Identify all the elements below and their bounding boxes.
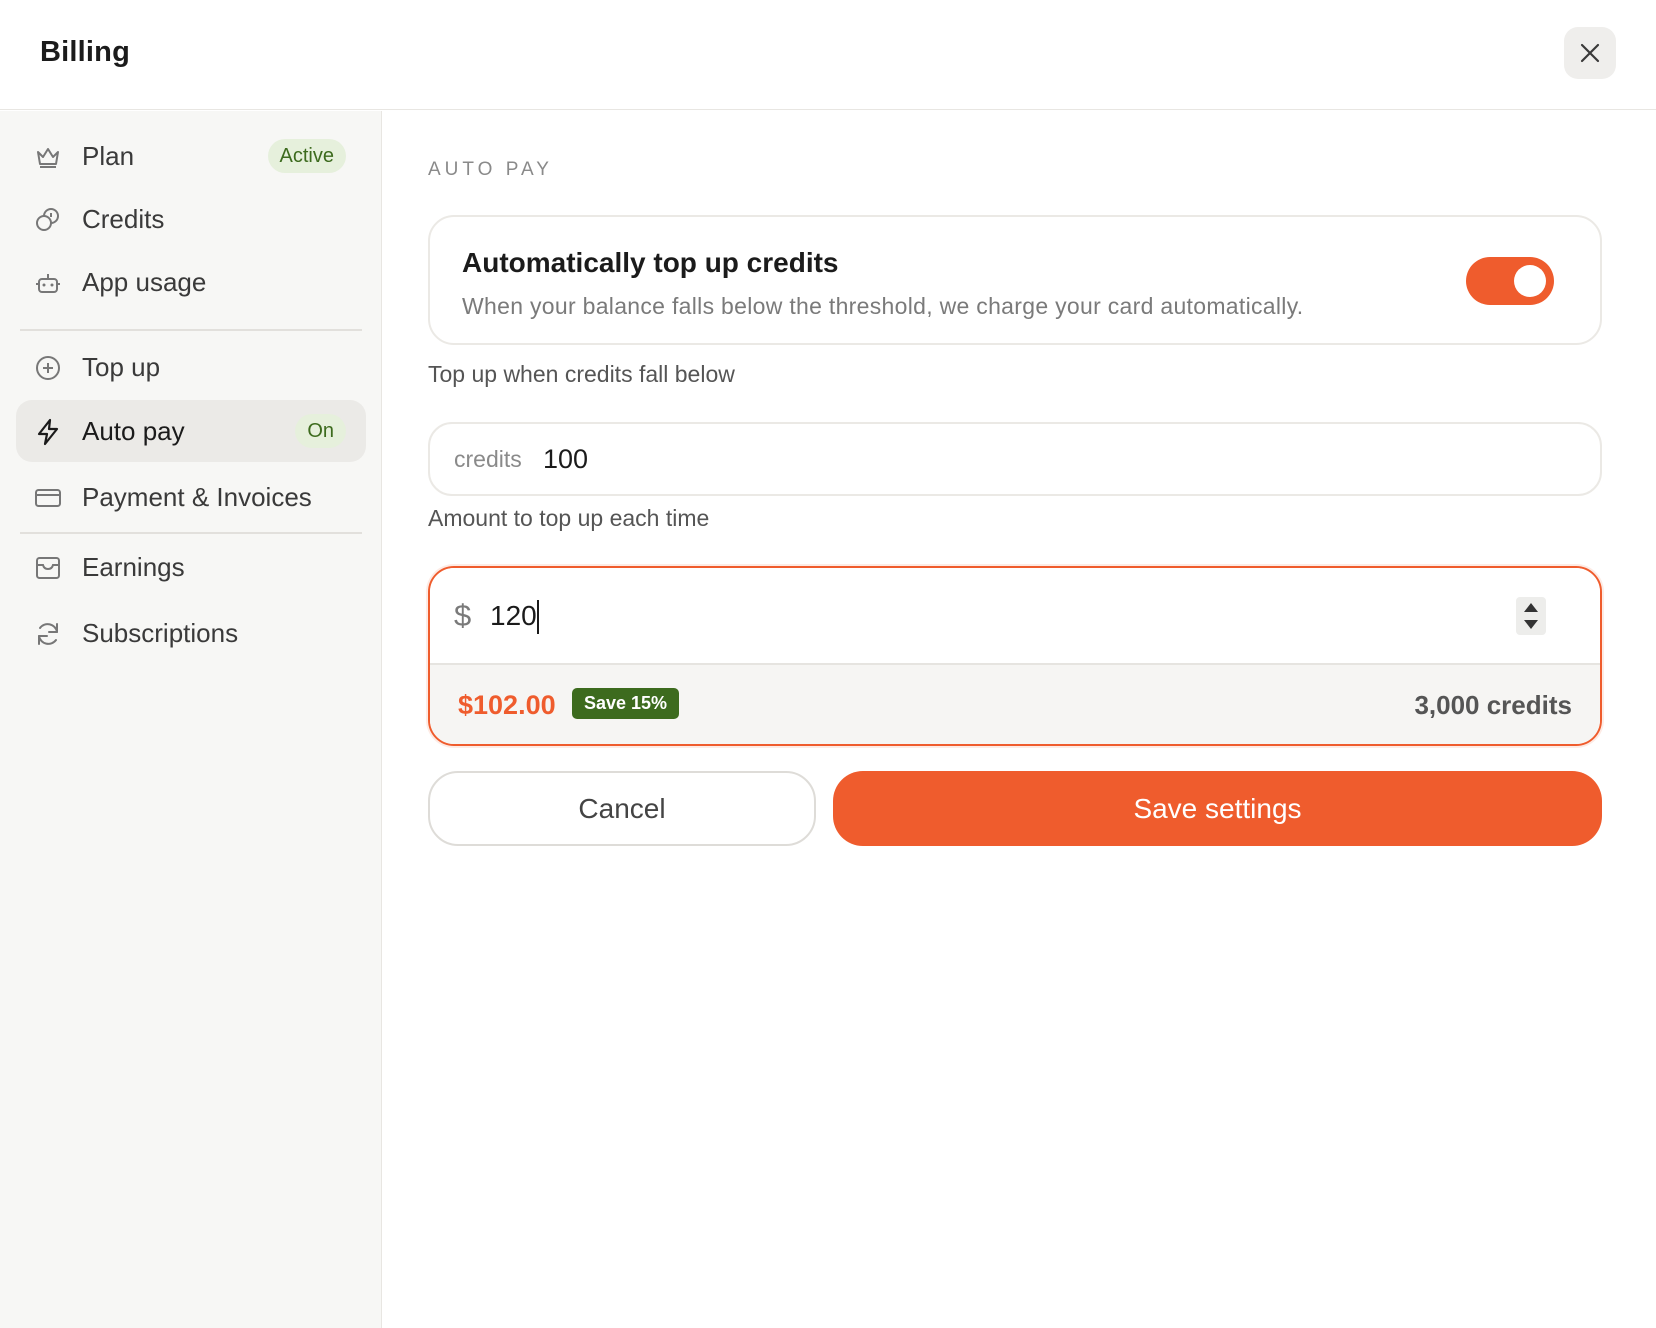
sidebar-item-label: Plan bbox=[82, 141, 135, 171]
threshold-label: Top up when credits fall below bbox=[428, 361, 735, 387]
dialog-title: Billing bbox=[40, 36, 131, 68]
amount-field-group: $ 120 $102.00 Save 15% 3,000 credits bbox=[428, 566, 1602, 746]
close-icon bbox=[1580, 43, 1600, 63]
sidebar-item-app-usage[interactable]: App usage bbox=[16, 251, 366, 313]
sidebar: Plan Active Credits App usage Top up Aut… bbox=[0, 111, 382, 1328]
robot-icon bbox=[36, 274, 60, 293]
text-cursor bbox=[537, 600, 539, 634]
sidebar-item-label: Auto pay bbox=[82, 416, 185, 446]
credits-total: 3,000 credits bbox=[1414, 690, 1572, 720]
inbox-icon bbox=[36, 557, 60, 579]
section-title: AUTO PAY bbox=[428, 159, 553, 180]
crown-icon bbox=[37, 148, 59, 168]
sidebar-item-label: Subscriptions bbox=[82, 618, 239, 648]
amount-stepper[interactable] bbox=[1516, 597, 1546, 635]
sidebar-item-credits[interactable]: Credits bbox=[16, 188, 366, 250]
billing-dialog: Billing Plan Active Credits App usage To… bbox=[0, 0, 1656, 1328]
stepper-up-icon[interactable] bbox=[1524, 603, 1538, 612]
amount-value: 120 bbox=[490, 600, 537, 631]
dialog-header: Billing bbox=[0, 0, 1656, 110]
sidebar-item-label: Payment & Invoices bbox=[82, 482, 312, 512]
sidebar-item-label: Earnings bbox=[82, 552, 185, 582]
sidebar-divider bbox=[20, 329, 362, 331]
amount-summary: $102.00 Save 15% 3,000 credits bbox=[430, 665, 1600, 744]
discount-badge: Save 15% bbox=[572, 688, 680, 719]
stepper-down-icon[interactable] bbox=[1524, 620, 1538, 629]
sidebar-item-label: Credits bbox=[82, 204, 165, 234]
amount-label: Amount to top up each time bbox=[428, 505, 710, 531]
sidebar-item-label: App usage bbox=[82, 267, 207, 297]
auto-topup-description: When your balance falls below the thresh… bbox=[462, 293, 1304, 319]
auto-topup-toggle[interactable] bbox=[1466, 257, 1554, 305]
sidebar-item-plan[interactable]: Plan Active bbox=[16, 125, 366, 187]
status-badge: On bbox=[295, 414, 346, 448]
amount-input[interactable]: $ 120 bbox=[430, 568, 1600, 665]
threshold-prefix: credits bbox=[454, 446, 522, 472]
plus-circle-icon bbox=[36, 356, 60, 380]
auto-topup-card: Automatically top up credits When your b… bbox=[428, 215, 1602, 345]
refresh-icon bbox=[38, 623, 58, 645]
discounted-price: $102.00 bbox=[458, 690, 556, 720]
sidebar-item-earnings[interactable]: Earnings bbox=[16, 536, 366, 598]
sidebar-item-payment-invoices[interactable]: Payment & Invoices bbox=[16, 466, 366, 528]
sidebar-divider bbox=[20, 532, 362, 534]
toggle-knob bbox=[1514, 265, 1546, 297]
sidebar-item-label: Top up bbox=[82, 352, 161, 382]
coins-icon bbox=[36, 208, 59, 231]
auto-topup-title: Automatically top up credits bbox=[462, 247, 839, 278]
status-badge: Active bbox=[267, 139, 346, 173]
sidebar-item-auto-pay[interactable]: Auto pay On bbox=[16, 400, 366, 462]
main-panel: AUTO PAY Automatically top up credits Wh… bbox=[383, 111, 1656, 1328]
lightning-icon bbox=[37, 418, 59, 446]
threshold-value: 100 bbox=[543, 444, 589, 474]
sidebar-item-top-up[interactable]: Top up bbox=[16, 336, 366, 398]
close-button[interactable] bbox=[1564, 27, 1616, 79]
currency-symbol: $ bbox=[454, 598, 472, 633]
credit-card-icon bbox=[35, 489, 61, 507]
cancel-button[interactable]: Cancel bbox=[428, 771, 816, 846]
sidebar-item-subscriptions[interactable]: Subscriptions bbox=[16, 602, 366, 664]
save-settings-button[interactable]: Save settings bbox=[833, 771, 1602, 846]
threshold-input[interactable]: credits 100 bbox=[428, 422, 1602, 496]
